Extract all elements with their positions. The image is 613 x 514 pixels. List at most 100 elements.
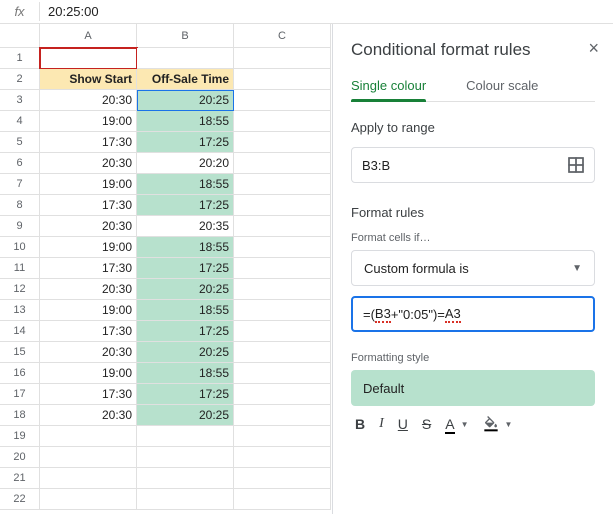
cell[interactable] bbox=[234, 90, 331, 111]
cell[interactable] bbox=[234, 132, 331, 153]
custom-formula-input[interactable]: =(B3+"0:05")=A3 bbox=[351, 296, 595, 332]
cell[interactable]: 20:30 bbox=[40, 153, 137, 174]
cell[interactable]: 20:25 bbox=[137, 342, 234, 363]
cell[interactable] bbox=[234, 468, 331, 489]
cell[interactable]: 19:00 bbox=[40, 300, 137, 321]
chevron-down-icon[interactable]: ▼ bbox=[461, 420, 469, 429]
cell[interactable] bbox=[234, 237, 331, 258]
cell[interactable] bbox=[40, 468, 137, 489]
cell[interactable]: 17:30 bbox=[40, 384, 137, 405]
cell[interactable] bbox=[234, 342, 331, 363]
cell[interactable]: 20:35 bbox=[137, 216, 234, 237]
cell[interactable] bbox=[234, 300, 331, 321]
cell[interactable] bbox=[137, 468, 234, 489]
cell[interactable] bbox=[234, 489, 331, 510]
rule-type-select[interactable]: Custom formula is ▼ bbox=[351, 250, 595, 286]
row-header[interactable]: 12 bbox=[0, 279, 40, 300]
cell[interactable] bbox=[234, 405, 331, 426]
close-icon[interactable]: × bbox=[588, 38, 599, 59]
row-header[interactable]: 15 bbox=[0, 342, 40, 363]
cell[interactable] bbox=[234, 111, 331, 132]
cell[interactable] bbox=[137, 426, 234, 447]
tab-single-colour[interactable]: Single colour bbox=[351, 78, 426, 101]
cell[interactable]: 17:25 bbox=[137, 384, 234, 405]
cell[interactable] bbox=[234, 447, 331, 468]
row-header[interactable]: 11 bbox=[0, 258, 40, 279]
row-header[interactable]: 6 bbox=[0, 153, 40, 174]
tab-colour-scale[interactable]: Colour scale bbox=[466, 78, 538, 101]
cell[interactable]: 17:25 bbox=[137, 258, 234, 279]
cell[interactable] bbox=[234, 321, 331, 342]
row-header[interactable]: 10 bbox=[0, 237, 40, 258]
spreadsheet-grid[interactable]: ABC12Show StartOff-Sale Time320:3020:254… bbox=[0, 24, 333, 514]
cell[interactable]: 18:55 bbox=[137, 300, 234, 321]
cell[interactable]: 20:30 bbox=[40, 342, 137, 363]
header-cell[interactable]: Off-Sale Time bbox=[137, 69, 234, 90]
cell[interactable]: 20:25 bbox=[137, 405, 234, 426]
row-header[interactable]: 18 bbox=[0, 405, 40, 426]
cell[interactable] bbox=[234, 279, 331, 300]
row-header[interactable]: 4 bbox=[0, 111, 40, 132]
cell[interactable]: 20:30 bbox=[40, 405, 137, 426]
row-header[interactable]: 8 bbox=[0, 195, 40, 216]
header-cell[interactable]: Show Start bbox=[40, 69, 137, 90]
formula-bar-value[interactable]: 20:25:00 bbox=[40, 4, 99, 19]
row-header[interactable]: 3 bbox=[0, 90, 40, 111]
column-header[interactable]: C bbox=[234, 24, 331, 48]
row-header[interactable]: 22 bbox=[0, 489, 40, 510]
cell[interactable]: 19:00 bbox=[40, 111, 137, 132]
text-color-button[interactable]: A bbox=[445, 416, 454, 432]
corner-cell[interactable] bbox=[0, 24, 40, 48]
cell[interactable] bbox=[234, 48, 331, 69]
cell[interactable] bbox=[234, 69, 331, 90]
cell[interactable]: 17:25 bbox=[137, 195, 234, 216]
cell[interactable]: 20:20 bbox=[137, 153, 234, 174]
cell[interactable] bbox=[234, 258, 331, 279]
column-header[interactable]: B bbox=[137, 24, 234, 48]
column-header[interactable]: A bbox=[40, 24, 137, 48]
cell[interactable]: 17:30 bbox=[40, 195, 137, 216]
row-header[interactable]: 19 bbox=[0, 426, 40, 447]
cell[interactable] bbox=[40, 426, 137, 447]
cell[interactable] bbox=[234, 363, 331, 384]
row-header[interactable]: 7 bbox=[0, 174, 40, 195]
cell[interactable]: 19:00 bbox=[40, 363, 137, 384]
cell[interactable]: 17:25 bbox=[137, 132, 234, 153]
cell[interactable] bbox=[40, 489, 137, 510]
cell[interactable]: 20:25 bbox=[137, 279, 234, 300]
cell[interactable] bbox=[234, 426, 331, 447]
underline-button[interactable]: U bbox=[398, 416, 408, 432]
style-preview[interactable]: Default bbox=[351, 370, 595, 406]
cell[interactable] bbox=[234, 195, 331, 216]
cell[interactable]: 20:30 bbox=[40, 216, 137, 237]
cell[interactable] bbox=[234, 174, 331, 195]
cell[interactable] bbox=[234, 384, 331, 405]
row-header[interactable]: 9 bbox=[0, 216, 40, 237]
fill-color-button[interactable] bbox=[483, 416, 499, 432]
italic-button[interactable]: I bbox=[379, 416, 384, 432]
range-input[interactable]: B3:B bbox=[351, 147, 595, 183]
cell[interactable]: 17:25 bbox=[137, 321, 234, 342]
cell[interactable] bbox=[40, 48, 137, 69]
cell[interactable]: 17:30 bbox=[40, 258, 137, 279]
cell[interactable] bbox=[234, 216, 331, 237]
row-header[interactable]: 17 bbox=[0, 384, 40, 405]
cell[interactable] bbox=[137, 48, 234, 69]
cell[interactable]: 19:00 bbox=[40, 237, 137, 258]
row-header[interactable]: 20 bbox=[0, 447, 40, 468]
row-header[interactable]: 16 bbox=[0, 363, 40, 384]
row-header[interactable]: 21 bbox=[0, 468, 40, 489]
cell[interactable]: 20:25 bbox=[137, 90, 234, 111]
cell[interactable]: 18:55 bbox=[137, 174, 234, 195]
chevron-down-icon[interactable]: ▼ bbox=[505, 420, 513, 429]
row-header[interactable]: 14 bbox=[0, 321, 40, 342]
cell[interactable]: 17:30 bbox=[40, 132, 137, 153]
row-header[interactable]: 5 bbox=[0, 132, 40, 153]
cell[interactable]: 18:55 bbox=[137, 111, 234, 132]
row-header[interactable]: 2 bbox=[0, 69, 40, 90]
cell[interactable]: 18:55 bbox=[137, 363, 234, 384]
cell[interactable]: 17:30 bbox=[40, 321, 137, 342]
cell[interactable] bbox=[137, 447, 234, 468]
cell[interactable]: 20:30 bbox=[40, 279, 137, 300]
cell[interactable] bbox=[137, 489, 234, 510]
